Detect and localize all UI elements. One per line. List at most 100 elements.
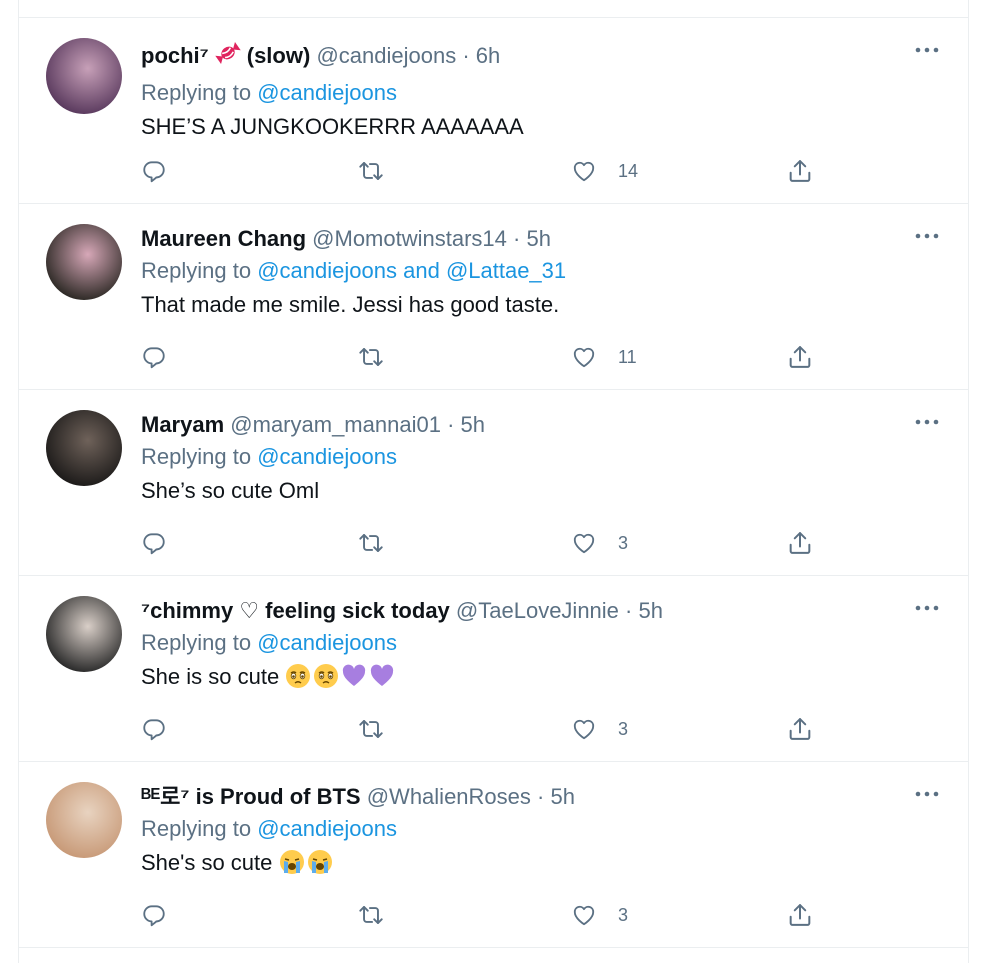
- display-name-suffix[interactable]: (slow): [247, 43, 311, 68]
- separator-dot: ·: [447, 412, 455, 437]
- separator-dot: ·: [537, 784, 545, 809]
- user-handle[interactable]: @WhalienRoses: [367, 784, 531, 809]
- like-button[interactable]: 14: [570, 153, 638, 189]
- share-button[interactable]: [786, 525, 814, 561]
- user-handle[interactable]: @maryam_mannai01: [230, 412, 441, 437]
- like-button[interactable]: 3: [570, 711, 628, 747]
- display-name[interactable]: Maryam: [141, 412, 224, 437]
- reply-feed: pochi⁷ (slow) @candiejoons · 6h Replying t…: [18, 0, 969, 963]
- more-options-icon[interactable]: [912, 226, 942, 246]
- like-count: 3: [618, 718, 629, 739]
- share-button[interactable]: [786, 339, 814, 375]
- retweet-icon: [356, 902, 386, 928]
- tweet-text-body: She is so cute: [141, 664, 280, 689]
- replying-to: Replying to @candiejoons: [141, 76, 928, 110]
- reply-to-mention[interactable]: @candiejoons: [257, 258, 397, 283]
- tweet-actions: 3: [141, 525, 861, 561]
- tweet-reply[interactable]: ⁷chimmy ♡ feeling sick today @TaeLoveJin…: [19, 576, 968, 762]
- more-options-icon[interactable]: [912, 784, 942, 804]
- heart-icon: [570, 158, 598, 184]
- retweet-icon: [356, 344, 386, 370]
- reply-to-joiner[interactable]: and: [403, 258, 440, 283]
- like-button[interactable]: 3: [570, 525, 628, 561]
- reply-button[interactable]: [141, 711, 167, 747]
- retweet-button[interactable]: [356, 711, 386, 747]
- tweet-reply[interactable]: pochi⁷ (slow) @candiejoons · 6h Replying t…: [19, 18, 968, 204]
- share-icon: [786, 715, 814, 743]
- tweet-text: She’s so cute Oml: [141, 474, 928, 508]
- tweet-text-body: SHE’S A JUNGKOOKERRR AAAAAAA: [141, 114, 524, 139]
- replying-to-label: Replying to: [141, 816, 252, 841]
- replying-to: Replying to @candiejoons: [141, 440, 928, 474]
- purple-heart-emoji: [369, 664, 397, 689]
- like-count: 3: [618, 904, 629, 925]
- display-name[interactable]: ⁷chimmy ♡ feeling sick today: [141, 598, 450, 623]
- tweet-text-body: That made me smile. Jessi has good taste…: [141, 292, 560, 317]
- retweet-button[interactable]: [356, 525, 386, 561]
- purple-heart-emoji: [341, 664, 369, 689]
- more-options-icon[interactable]: [912, 412, 942, 432]
- tweet-header: Maureen Chang @Momotwinstars14 · 5h: [141, 224, 928, 254]
- display-name[interactable]: Maureen Chang: [141, 226, 306, 251]
- like-count: 11: [618, 346, 637, 367]
- reply-button[interactable]: [141, 339, 167, 375]
- like-count: 14: [618, 160, 639, 181]
- user-handle[interactable]: @candiejoons: [316, 43, 456, 68]
- tweet-header: ᴮᴱ로⁷ is Proud of BTS @WhalienRoses · 5h: [141, 782, 928, 812]
- user-handle[interactable]: @TaeLoveJinnie: [456, 598, 619, 623]
- separator-dot: ·: [625, 598, 633, 623]
- tweet-header: pochi⁷ (slow) @candiejoons · 6h: [141, 38, 928, 76]
- retweet-icon: [356, 158, 386, 184]
- tweet-reply[interactable]: Maureen Chang @Momotwinstars14 · 5h Reply…: [19, 204, 968, 390]
- retweet-button[interactable]: [356, 897, 386, 933]
- avatar[interactable]: [46, 782, 122, 858]
- tweet-actions: 11: [141, 339, 861, 375]
- tweet-timestamp[interactable]: 5h: [550, 784, 574, 809]
- reply-to-mention[interactable]: @candiejoons: [257, 816, 397, 841]
- more-options-icon[interactable]: [912, 598, 942, 618]
- loudly-crying-face-emoji: [279, 850, 307, 875]
- reply-to-mention[interactable]: @candiejoons: [257, 444, 397, 469]
- like-button[interactable]: 11: [570, 339, 637, 375]
- tweet-timestamp[interactable]: 5h: [639, 598, 663, 623]
- reply-icon: [141, 158, 167, 184]
- reply-button[interactable]: [141, 525, 167, 561]
- replying-to-label: Replying to: [141, 80, 252, 105]
- share-icon: [786, 529, 814, 557]
- separator-dot: ·: [513, 226, 521, 251]
- tweet-text: She is so cute: [141, 660, 928, 694]
- retweet-icon: [356, 530, 386, 556]
- like-button[interactable]: 3: [570, 897, 628, 933]
- avatar[interactable]: [46, 596, 122, 672]
- replying-to: Replying to @candiejoons: [141, 626, 928, 660]
- reply-to-mention[interactable]: @candiejoons: [257, 630, 397, 655]
- reply-to-mention[interactable]: @candiejoons: [257, 80, 397, 105]
- retweet-button[interactable]: [356, 153, 386, 189]
- face-holding-back-tears-emoji: [285, 664, 313, 689]
- reply-button[interactable]: [141, 153, 167, 189]
- replying-to: Replying to @candiejoons: [141, 812, 928, 846]
- display-name[interactable]: ᴮᴱ로⁷ is Proud of BTS: [141, 784, 361, 809]
- reply-icon: [141, 716, 167, 742]
- avatar[interactable]: [46, 410, 122, 486]
- avatar[interactable]: [46, 38, 122, 114]
- display-name[interactable]: pochi⁷: [141, 43, 209, 68]
- reply-button[interactable]: [141, 897, 167, 933]
- like-count: 3: [618, 532, 629, 553]
- share-button[interactable]: [786, 897, 814, 933]
- avatar[interactable]: [46, 224, 122, 300]
- share-button[interactable]: [786, 153, 814, 189]
- user-handle[interactable]: @Momotwinstars14: [312, 226, 507, 251]
- reply-to-mention-second[interactable]: @Lattae_31: [446, 258, 566, 283]
- retweet-button[interactable]: [356, 339, 386, 375]
- replying-to: Replying to @candiejoons and @Lattae_31: [141, 254, 928, 288]
- share-button[interactable]: [786, 711, 814, 747]
- tweet-text: That made me smile. Jessi has good taste…: [141, 288, 928, 322]
- tweet-timestamp[interactable]: 6h: [476, 43, 500, 68]
- tweet-reply[interactable]: ᴮᴱ로⁷ is Proud of BTS @WhalienRoses · 5h R…: [19, 762, 968, 948]
- tweet-timestamp[interactable]: 5h: [461, 412, 485, 437]
- share-icon: [786, 157, 814, 185]
- more-options-icon[interactable]: [912, 40, 942, 60]
- tweet-timestamp[interactable]: 5h: [526, 226, 550, 251]
- tweet-reply[interactable]: Maryam @maryam_mannai01 · 5h Replying to …: [19, 390, 968, 576]
